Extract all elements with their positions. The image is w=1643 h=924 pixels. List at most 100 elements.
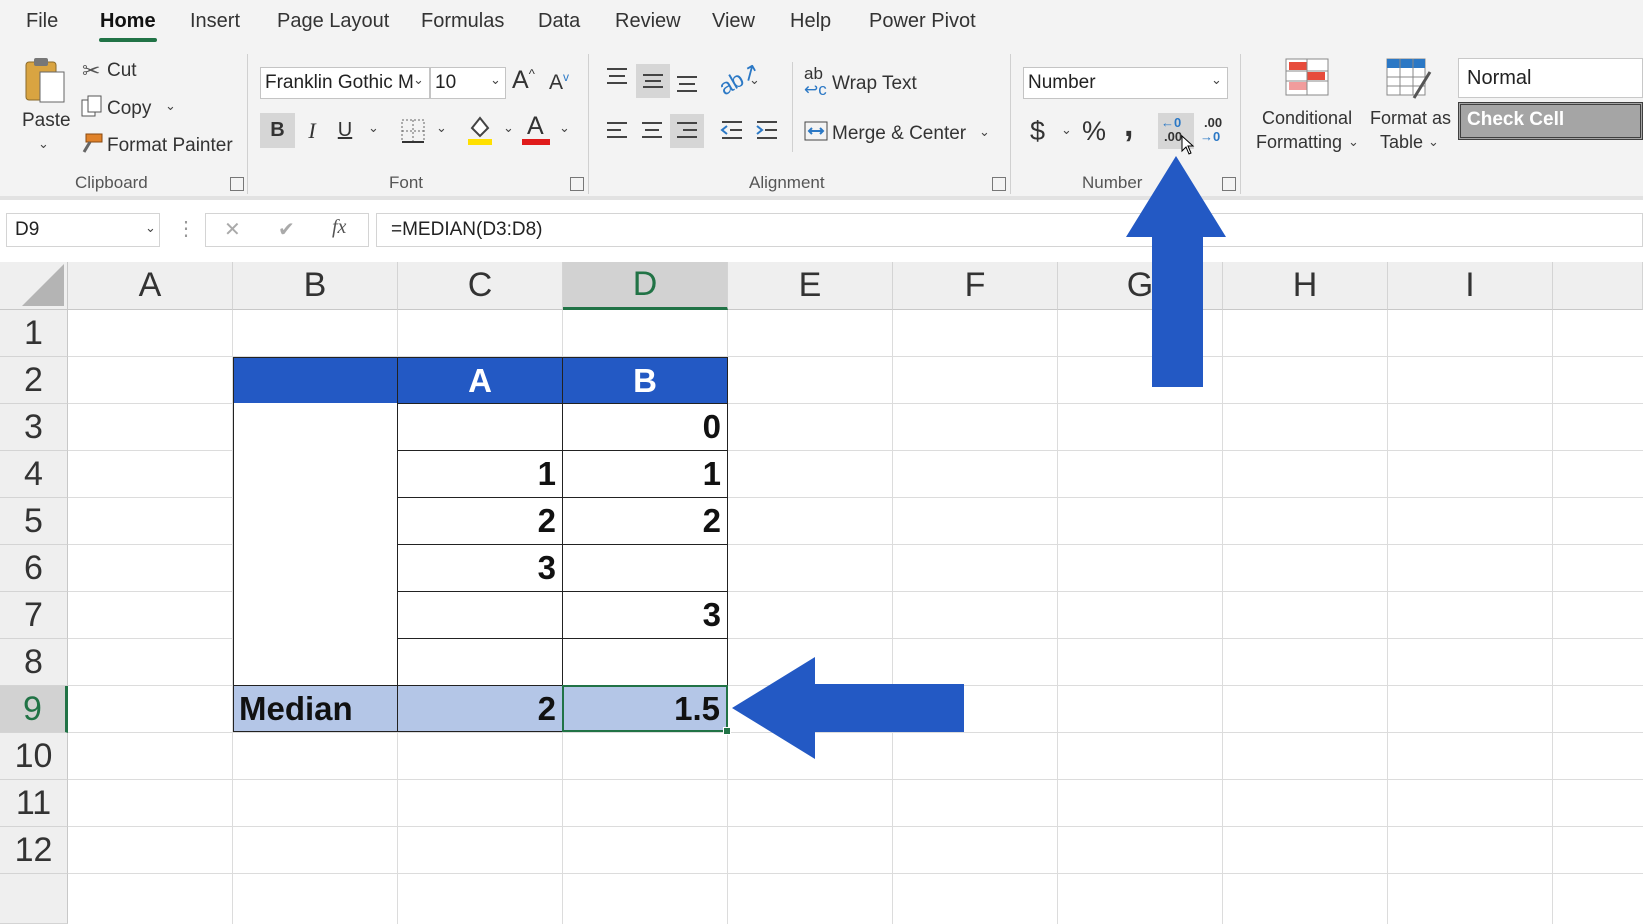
orientation-dropdown-icon[interactable]: ⌄ bbox=[749, 72, 760, 88]
cut-button[interactable]: Cut bbox=[107, 60, 137, 82]
column-header-e[interactable]: E bbox=[728, 262, 893, 310]
row-header-11[interactable]: 11 bbox=[0, 780, 68, 827]
name-box[interactable]: D9 ⌄ bbox=[6, 213, 160, 247]
row-header-12[interactable]: 12 bbox=[0, 827, 68, 874]
row-header-5[interactable]: 5 bbox=[0, 498, 68, 545]
row-header-7[interactable]: 7 bbox=[0, 592, 68, 639]
tab-page-layout[interactable]: Page Layout bbox=[277, 10, 389, 33]
fill-handle[interactable] bbox=[723, 727, 731, 735]
cell-c4[interactable]: 1 bbox=[397, 450, 563, 498]
paste-dropdown-icon[interactable]: ⌄ bbox=[38, 136, 49, 152]
tab-view[interactable]: View bbox=[712, 10, 755, 33]
insert-function-icon[interactable]: fx bbox=[332, 216, 346, 239]
cell-d2[interactable]: B bbox=[562, 357, 728, 404]
decrease-decimal-button[interactable]: .00 →0 bbox=[1198, 113, 1230, 149]
cell-b2[interactable] bbox=[233, 357, 398, 404]
row-header-2[interactable]: 2 bbox=[0, 357, 68, 404]
font-launcher-icon[interactable] bbox=[570, 177, 584, 191]
cell-d7[interactable]: 3 bbox=[562, 591, 728, 639]
underline-dropdown-icon[interactable]: ⌄ bbox=[368, 120, 379, 136]
cell-b3-b8[interactable] bbox=[233, 403, 398, 686]
decrease-font-size-button[interactable]: Av bbox=[549, 70, 569, 95]
cell-d8[interactable] bbox=[562, 638, 728, 686]
percent-style-button[interactable]: % bbox=[1082, 116, 1106, 147]
cell-c2[interactable]: A bbox=[397, 357, 563, 404]
row-header-10[interactable]: 10 bbox=[0, 733, 68, 780]
increase-font-size-button[interactable]: A^ bbox=[512, 66, 535, 95]
fill-color-dropdown-icon[interactable]: ⌄ bbox=[503, 120, 514, 136]
clipboard-launcher-icon[interactable] bbox=[230, 177, 244, 191]
column-header-h[interactable]: H bbox=[1223, 262, 1388, 310]
align-center-icon[interactable] bbox=[639, 120, 665, 142]
merge-center-button[interactable]: Merge & Center bbox=[832, 123, 966, 145]
row-header-6[interactable]: 6 bbox=[0, 545, 68, 592]
row-header-4[interactable]: 4 bbox=[0, 451, 68, 498]
copy-dropdown-icon[interactable]: ⌄ bbox=[165, 98, 176, 114]
alignment-launcher-icon[interactable] bbox=[992, 177, 1006, 191]
bottom-align-icon[interactable] bbox=[674, 72, 700, 94]
cancel-icon[interactable]: ✕ bbox=[224, 217, 241, 242]
cell-d5[interactable]: 2 bbox=[562, 497, 728, 545]
format-painter-button[interactable]: Format Painter bbox=[107, 135, 233, 157]
cell-c6[interactable]: 3 bbox=[397, 544, 563, 592]
column-header-c[interactable]: C bbox=[398, 262, 563, 310]
conditional-formatting-button[interactable]: Conditional Formatting ⌄ bbox=[1255, 58, 1361, 158]
tab-power-pivot[interactable]: Power Pivot bbox=[869, 10, 976, 33]
column-header-j[interactable] bbox=[1553, 262, 1643, 310]
accounting-format-button[interactable]: $ bbox=[1030, 116, 1045, 147]
font-color-dropdown-icon[interactable]: ⌄ bbox=[559, 120, 570, 136]
column-header-a[interactable]: A bbox=[68, 262, 233, 310]
font-name-dropdown-icon[interactable]: ⌄ bbox=[413, 72, 424, 88]
middle-align-button[interactable] bbox=[636, 64, 670, 98]
cell-c5[interactable]: 2 bbox=[397, 497, 563, 545]
align-left-icon[interactable] bbox=[604, 120, 630, 142]
tab-home[interactable]: Home bbox=[100, 10, 156, 33]
cell-d4[interactable]: 1 bbox=[562, 450, 728, 498]
comma-style-button[interactable]: , bbox=[1124, 106, 1133, 145]
font-color-button[interactable]: A bbox=[522, 112, 552, 146]
cell-d9[interactable]: 1.5 bbox=[562, 685, 728, 732]
italic-button[interactable]: I bbox=[297, 113, 327, 148]
accounting-dropdown-icon[interactable]: ⌄ bbox=[1061, 122, 1072, 138]
number-format-select[interactable]: Number bbox=[1023, 67, 1228, 99]
cell-b9[interactable]: Median bbox=[233, 685, 398, 732]
paste-button[interactable]: Paste ⌄ bbox=[18, 56, 71, 156]
fill-color-icon[interactable] bbox=[466, 114, 494, 146]
tab-data[interactable]: Data bbox=[538, 10, 580, 33]
row-header-1[interactable]: 1 bbox=[0, 310, 68, 357]
increase-indent-icon[interactable] bbox=[754, 118, 780, 142]
copy-button[interactable]: Copy bbox=[107, 98, 151, 120]
cell-d3[interactable]: 0 bbox=[562, 403, 728, 451]
row-header-13[interactable] bbox=[0, 874, 68, 924]
column-header-f[interactable]: F bbox=[893, 262, 1058, 310]
row-header-9[interactable]: 9 bbox=[0, 686, 68, 733]
underline-button[interactable]: U bbox=[330, 113, 360, 148]
style-normal[interactable]: Normal bbox=[1458, 58, 1643, 98]
enter-icon[interactable]: ✔ bbox=[278, 217, 295, 242]
font-name-select[interactable]: Franklin Gothic M bbox=[260, 67, 430, 99]
format-as-table-button[interactable]: Format as Table ⌄ bbox=[1368, 58, 1452, 158]
column-header-b[interactable]: B bbox=[233, 262, 398, 310]
column-header-i[interactable]: I bbox=[1388, 262, 1553, 310]
cell-c3[interactable] bbox=[397, 403, 563, 451]
tab-formulas[interactable]: Formulas bbox=[421, 10, 504, 33]
decrease-indent-icon[interactable] bbox=[719, 118, 745, 142]
cell-c8[interactable] bbox=[397, 638, 563, 686]
wrap-text-button[interactable]: Wrap Text bbox=[832, 73, 917, 95]
style-check-cell[interactable]: Check Cell bbox=[1458, 102, 1643, 140]
merge-center-dropdown-icon[interactable]: ⌄ bbox=[979, 124, 990, 140]
number-format-dropdown-icon[interactable]: ⌄ bbox=[1211, 72, 1222, 88]
column-header-d[interactable]: D bbox=[563, 262, 728, 310]
borders-icon[interactable] bbox=[400, 118, 426, 144]
row-header-3[interactable]: 3 bbox=[0, 404, 68, 451]
font-size-dropdown-icon[interactable]: ⌄ bbox=[490, 72, 501, 88]
cell-d6[interactable] bbox=[562, 544, 728, 592]
tab-insert[interactable]: Insert bbox=[190, 10, 240, 33]
row-header-8[interactable]: 8 bbox=[0, 639, 68, 686]
cell-c9[interactable]: 2 bbox=[397, 685, 563, 732]
cell-c7[interactable] bbox=[397, 591, 563, 639]
tab-file[interactable]: File bbox=[26, 10, 58, 33]
borders-dropdown-icon[interactable]: ⌄ bbox=[436, 120, 447, 136]
formula-input[interactable]: =MEDIAN(D3:D8) bbox=[376, 213, 1643, 247]
bold-button[interactable]: B bbox=[260, 113, 295, 148]
